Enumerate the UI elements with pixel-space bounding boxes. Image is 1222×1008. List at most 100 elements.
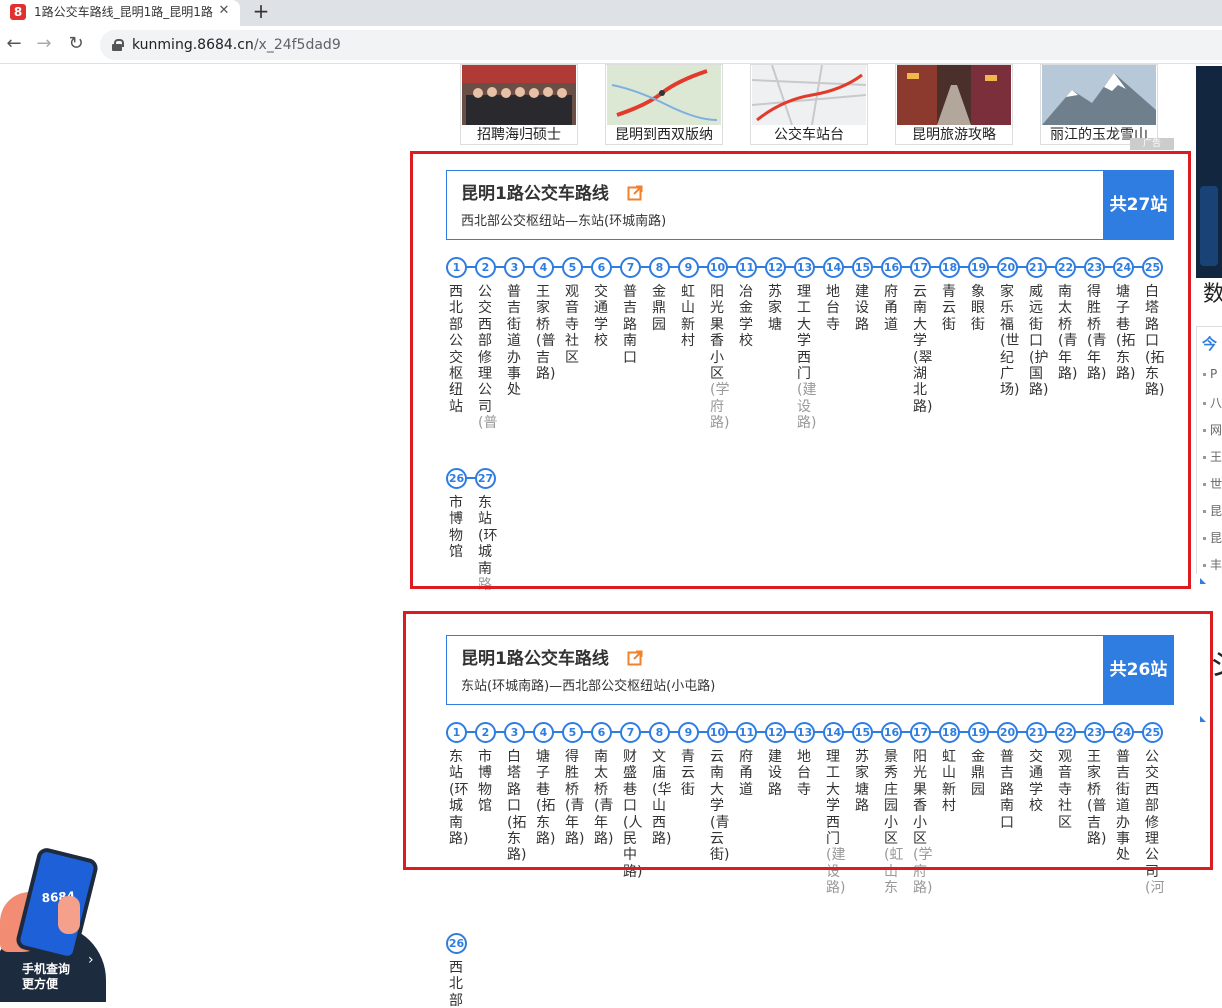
station-name-main: 得胜桥(青年路) [565, 749, 585, 848]
station-name: 地台寺 [797, 749, 813, 798]
station-name: 府甬道 [739, 749, 755, 798]
station-number: 7 [620, 722, 641, 743]
station-number: 19 [968, 257, 989, 278]
station-name: 苏家塘路 [855, 749, 871, 815]
sidebar-banner-image[interactable] [1196, 66, 1222, 278]
sidebar-list-item[interactable]: 八 [1203, 394, 1222, 411]
station-number: 25 [1142, 722, 1163, 743]
station-name: 金鼎园 [652, 284, 668, 333]
station-number: 14 [823, 257, 844, 278]
station-name-main: 普吉路南口 [623, 284, 637, 366]
station-number: 5 [562, 722, 583, 743]
reload-icon[interactable]: ↻ [64, 32, 88, 56]
station-name-main: 理工大学西门 [826, 749, 840, 848]
station-name: 王家桥(普吉路) [1087, 749, 1106, 847]
station-number: 9 [678, 257, 699, 278]
address-bar[interactable]: kunming.8684.cn/x_24f5dad9 [100, 30, 1222, 60]
station-name: 公交西部修理公司(河 [1145, 749, 1164, 897]
route-title[interactable]: 昆明1路公交车路线 [461, 183, 609, 205]
station-name: 白塔路口(拓东路) [507, 749, 526, 864]
station-name-main: 观音寺社区 [1058, 749, 1072, 831]
sidebar-list-item[interactable]: 世 [1203, 475, 1222, 492]
station-name-main: 西北部 [449, 960, 463, 1008]
external-link-icon[interactable] [627, 185, 643, 201]
forward-arrow-icon[interactable]: → [32, 32, 56, 56]
station-number: 26 [446, 933, 467, 954]
station-number: 18 [939, 257, 960, 278]
sidebar-list-item[interactable]: 昆 [1203, 502, 1222, 519]
ad-thumbnail[interactable]: 丽江的玉龙雪山 [1040, 64, 1158, 145]
route-panel-outbound: 昆明1路公交车路线 西北部公交枢纽站—东站(环城南路) 共27站 1 西北部公交枢… [446, 170, 1174, 610]
station-name: 白塔路口(拓东路) [1145, 284, 1164, 399]
sidebar-list-item[interactable]: 网 [1203, 421, 1222, 438]
station-name: 苏家塘 [768, 284, 784, 333]
ad-thumbnail[interactable]: 公交车站台 [750, 64, 868, 145]
station-number: 5 [562, 257, 583, 278]
station-name-main: 云南大学(青云街) [710, 749, 730, 864]
station-name-main: 理工大学西门 [797, 284, 811, 383]
station-number: 23 [1084, 257, 1105, 278]
station-name-main: 塘子巷(拓东路) [1116, 284, 1136, 383]
tab-strip: 8 1路公交车路线_昆明1路_昆明1路 ✕ + [0, 0, 1222, 26]
tab-close-icon[interactable]: ✕ [216, 3, 232, 19]
station-name: 建设路 [855, 284, 871, 333]
station-name-main: 公交西部修理公司 [478, 284, 492, 415]
station-number: 15 [852, 722, 873, 743]
station-name: 景秀庄园小区(虹山东 [884, 749, 903, 897]
sidebar-list-title: 今 [1202, 335, 1218, 353]
ad-thumbnail[interactable]: 招聘海归硕士 [460, 64, 578, 145]
url-text: kunming.8684.cn/x_24f5dad9 [132, 36, 341, 54]
thumb-illustration [58, 896, 80, 934]
station-name-main: 云南大学(翠湖北路) [913, 284, 933, 415]
sidebar-list-item[interactable]: 王 [1203, 448, 1222, 465]
station-name-main: 交通学校 [1029, 749, 1043, 815]
station-number: 22 [1055, 722, 1076, 743]
browser-tab[interactable]: 8 1路公交车路线_昆明1路_昆明1路 ✕ [0, 0, 240, 26]
station-name-main: 塘子巷(拓东路) [536, 749, 556, 848]
station-name-main: 家乐福(世纪广场) [1000, 284, 1020, 399]
station-name: 象眼街 [971, 284, 987, 333]
promo-line-2: 更方便 [22, 977, 59, 991]
sidebar-list-item[interactable]: 丰 [1203, 556, 1222, 573]
sidebar-list-item[interactable]: 昆 [1203, 529, 1222, 546]
station-number: 24 [1113, 257, 1134, 278]
station-name: 南太桥(青年路) [1058, 284, 1077, 382]
station-name: 阳光果香小区(学府路) [913, 749, 933, 897]
station-name-main: 西北部公交枢纽站 [449, 284, 463, 415]
back-arrow-icon[interactable]: ← [2, 32, 26, 56]
new-tab-icon[interactable]: + [250, 0, 272, 24]
station-number: 1 [446, 722, 467, 743]
station-name: 阳光果香小区(学府路) [710, 284, 729, 432]
station-name: 西北部公交枢纽站 [449, 284, 465, 415]
station-name-note: (学府路) [913, 847, 933, 897]
url-path: /x_24f5dad9 [253, 37, 341, 53]
station-count: 共27站 [1103, 170, 1174, 240]
route-subtitle: 西北部公交枢纽站—东站(环城南路) [461, 214, 667, 229]
station-number: 10 [707, 722, 728, 743]
station-name: 王家桥(普吉路) [536, 284, 555, 382]
station-name-main: 威远街口(护国路) [1029, 284, 1049, 399]
station-number: 23 [1084, 722, 1105, 743]
station-name: 东站(环城南路) [449, 749, 468, 847]
ad-label[interactable]: 广告 [1130, 138, 1174, 150]
route-header: 昆明1路公交车路线 西北部公交枢纽站—东站(环城南路) 共27站 [446, 170, 1174, 240]
ad-thumbnail[interactable]: 昆明到西双版纳 [605, 64, 723, 145]
sidebar-list-item[interactable]: P [1203, 367, 1217, 381]
station-name: 观音寺社区 [565, 284, 581, 366]
external-link-icon[interactable] [627, 650, 643, 666]
browser-toolbar: ← → ↻ kunming.8684.cn/x_24f5dad9 [0, 26, 1222, 64]
station-name: 财盛巷口(人民中路) [623, 749, 642, 880]
station-number: 6 [591, 257, 612, 278]
station-name-main: 金鼎园 [652, 284, 666, 333]
station-number: 2 [475, 722, 496, 743]
chevron-right-icon[interactable]: › [88, 952, 94, 968]
station-name-main: 青云街 [681, 749, 695, 798]
mobile-promo[interactable]: 8684 手机查询 更方便 › [0, 846, 110, 1002]
ad-thumbnail[interactable]: 昆明旅游攻略 [895, 64, 1013, 145]
station-name-main: 市博物馆 [478, 749, 492, 815]
station-name: 南太桥(青年路) [594, 749, 613, 847]
station-number: 12 [765, 722, 786, 743]
station-name: 金鼎园 [971, 749, 987, 798]
route-title[interactable]: 昆明1路公交车路线 [461, 648, 609, 670]
station-name: 公交西部修理公司(普 [478, 284, 497, 432]
